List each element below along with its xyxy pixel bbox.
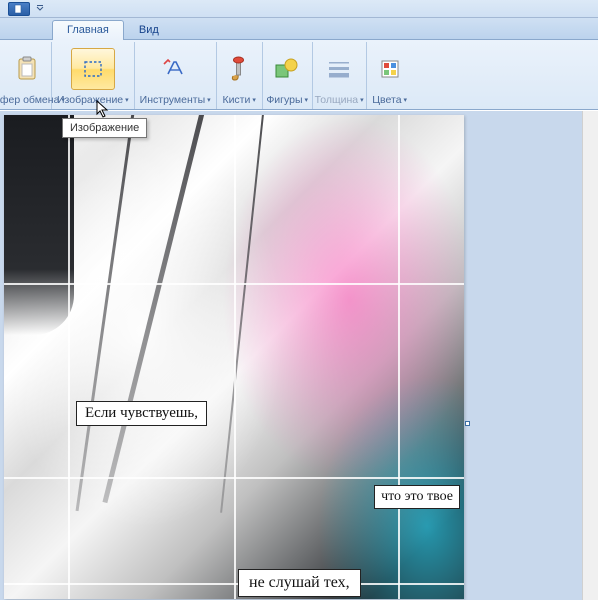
group-colors: Цвета▾ [367,42,413,109]
shapes-button[interactable] [265,48,309,90]
chevron-down-icon: ▾ [125,96,129,104]
ribbon: Буфер обмена▾ Изображение▾ Инструменты▾ [0,40,598,110]
image-caption-3: не слушай тех, [238,569,361,597]
label-text: Буфер обмена [0,94,59,106]
app-menu-button[interactable] [8,2,30,16]
canvas[interactable]: Если чувствуешь, что это твое не слушай … [4,115,464,599]
image-caption-2: что это твое [374,485,460,509]
shapes-icon [273,55,301,83]
group-image-label[interactable]: Изображение▾ [53,93,133,108]
group-shapes-label[interactable]: Фигуры▾ [262,93,312,108]
group-tools: Инструменты▾ [135,42,217,109]
title-bar [0,0,598,18]
tooltip-image: Изображение [62,118,147,138]
colors-button[interactable] [368,48,412,90]
canvas-area[interactable]: Если чувствуешь, что это твое не слушай … [0,111,598,600]
qat-dropdown-button[interactable] [34,2,46,16]
cursor-icon [96,100,110,120]
clipboard-icon [13,55,41,83]
quick-access-toolbar [8,1,46,17]
tools-button[interactable] [153,48,197,90]
chevron-down-icon: ▾ [305,96,309,104]
image-region [4,115,74,335]
text-tool-icon [161,55,189,83]
ribbon-tabs: Главная Вид [0,18,598,40]
chevron-down-icon [36,5,44,13]
group-thickness-label: Толщина▾ [311,93,368,108]
chevron-down-icon: ▾ [360,96,364,104]
image-caption-1: Если чувствуешь, [76,401,207,426]
tab-view[interactable]: Вид [124,20,174,40]
tab-main[interactable]: Главная [52,20,124,40]
group-thickness: Толщина▾ [313,42,367,109]
label-text: Толщина [315,94,358,106]
palette-icon [376,55,404,83]
group-tools-label[interactable]: Инструменты▾ [136,93,215,108]
vertical-scrollbar[interactable] [582,111,598,600]
paste-button[interactable] [5,48,49,90]
brush-icon [225,55,253,83]
thickness-icon [325,55,353,83]
label-text: Изображение [57,94,123,106]
group-image: Изображение▾ [52,42,135,109]
group-brushes-label[interactable]: Кисти▾ [218,93,259,108]
chevron-down-icon: ▾ [404,96,408,104]
label-text: Фигуры [266,94,302,106]
resize-handle-right[interactable] [465,421,470,426]
document-icon [14,4,24,14]
chevron-down-icon: ▾ [207,96,211,104]
group-colors-label[interactable]: Цвета▾ [368,93,411,108]
select-button[interactable] [71,48,115,90]
label-text: Цвета [372,94,401,106]
brushes-button[interactable] [217,48,261,90]
chevron-down-icon: ▾ [252,96,256,104]
label-text: Инструменты [140,94,205,106]
group-shapes: Фигуры▾ [263,42,313,109]
selection-icon [79,55,107,83]
group-brushes: Кисти▾ [217,42,263,109]
thickness-button[interactable] [317,48,361,90]
group-clipboard: Буфер обмена▾ [2,42,52,109]
label-text: Кисти [222,94,250,106]
